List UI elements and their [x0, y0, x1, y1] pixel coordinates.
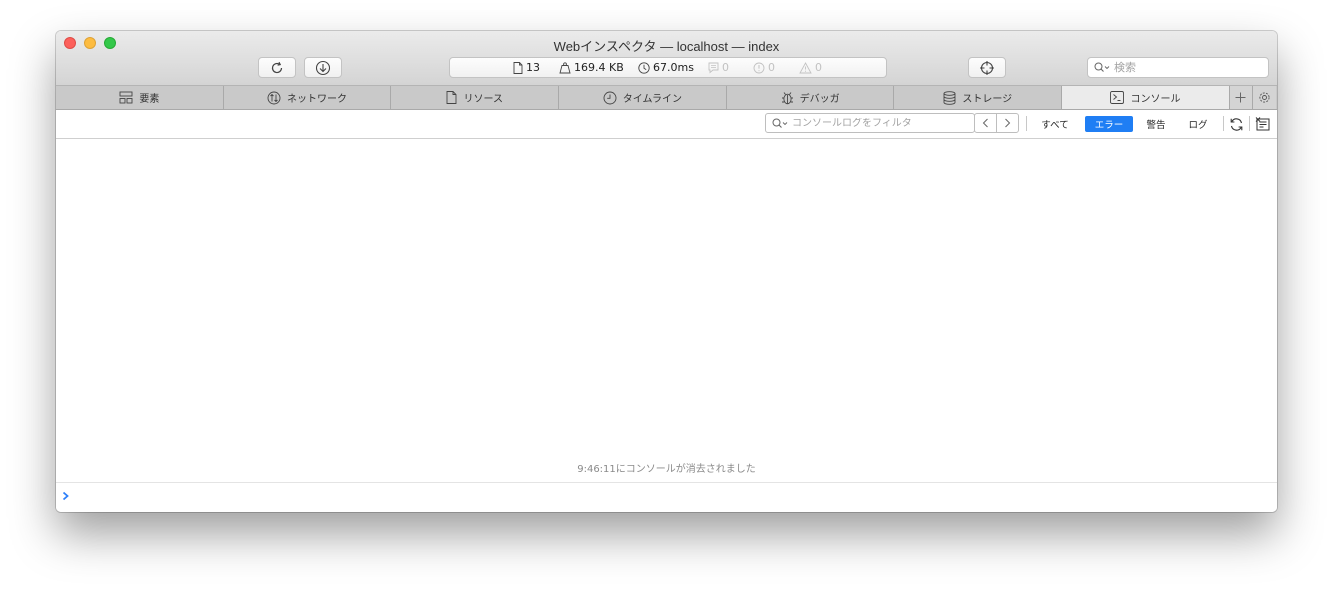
filter-navigation [974, 113, 1019, 133]
tab-storage[interactable]: ストレージ [894, 86, 1063, 109]
reload-icon [271, 61, 283, 73]
tab-timeline[interactable]: タイムライン [559, 86, 727, 109]
error-count-value: 0 [768, 61, 775, 74]
level-warnings-button[interactable]: 警告 [1143, 116, 1169, 132]
error-icon [753, 62, 765, 73]
console-navigation-bar: すべて エラー 警告 ログ [56, 110, 1277, 139]
chevron-left-icon [982, 118, 988, 128]
tab-debugger-label: デバッガ [799, 94, 840, 105]
resource-icon [447, 91, 457, 104]
console-icon [1110, 91, 1125, 104]
level-all-button[interactable]: すべて [1037, 116, 1073, 132]
tab-elements-label: 要素 [139, 94, 160, 105]
global-search[interactable] [1087, 57, 1269, 78]
level-logs-button[interactable]: ログ [1183, 116, 1213, 132]
clear-on-reload-button[interactable] [1227, 115, 1245, 133]
activity-viewer: 13 169.4 KB 67.0ms 0 0 0 [449, 57, 887, 78]
storage-icon [943, 90, 956, 105]
inspector-window: Webインスペクタ — localhost — index 13 169.4 K… [56, 31, 1277, 512]
tab-storage-label: ストレージ [962, 94, 1013, 105]
load-time[interactable]: 67.0ms [638, 58, 694, 77]
console-messages: 9:46:11にコンソールが消去されました [56, 139, 1277, 482]
log-count[interactable]: 0 [708, 58, 729, 77]
console-filter-input[interactable] [792, 117, 962, 129]
log-count-value: 0 [722, 61, 729, 74]
chevron-right-icon [1005, 118, 1011, 128]
tab-resources[interactable]: リソース [391, 86, 560, 109]
weight-icon [559, 61, 571, 73]
search-icon [1094, 62, 1110, 72]
console-prompt [56, 482, 1277, 512]
timeline-icon [603, 91, 617, 104]
resource-count[interactable]: 13 [513, 58, 540, 77]
tab-network[interactable]: ネットワーク [224, 86, 392, 109]
console-prompt-input[interactable] [76, 488, 1270, 508]
elements-icon [119, 91, 133, 104]
refresh-cycle-icon [1230, 117, 1242, 131]
tab-debugger[interactable]: デバッガ [727, 86, 895, 109]
log-icon [708, 62, 719, 73]
tab-elements[interactable]: 要素 [56, 86, 224, 109]
next-match-button[interactable] [997, 114, 1018, 132]
crosshair-icon [980, 60, 994, 75]
divider [1026, 116, 1027, 131]
tab-console[interactable]: コンソール [1062, 86, 1230, 109]
settings-button[interactable] [1252, 86, 1276, 109]
inspect-element-button[interactable] [968, 57, 1006, 78]
debugger-icon [781, 91, 793, 104]
tab-console-label: コンソール [1130, 94, 1181, 105]
tab-bar: 要素 ネットワーク リソース タイムライン デバッガ ストレージ コンソール [56, 86, 1277, 110]
warning-count[interactable]: 0 [799, 58, 822, 77]
tab-resources-label: リソース [463, 94, 503, 105]
load-time-value: 67.0ms [653, 61, 694, 74]
prompt-chevron-icon [62, 491, 69, 501]
clear-console-button[interactable] [1254, 115, 1272, 133]
reload-button[interactable] [258, 57, 296, 78]
window-title: Webインスペクタ — localhost — index [553, 39, 780, 54]
download-icon [315, 60, 331, 75]
resource-count-value: 13 [526, 61, 540, 74]
resource-size[interactable]: 169.4 KB [559, 58, 624, 77]
divider [1249, 116, 1250, 131]
previous-match-button[interactable] [975, 114, 997, 132]
console-filter[interactable] [765, 113, 975, 133]
new-tab-button[interactable] [1229, 86, 1253, 109]
filter-search-icon [772, 118, 788, 128]
clear-log-icon [1255, 117, 1270, 131]
download-button[interactable] [304, 57, 342, 78]
divider [1223, 116, 1224, 131]
warning-icon [799, 61, 812, 73]
clock-icon [638, 61, 650, 74]
warning-count-value: 0 [815, 61, 822, 74]
network-icon [267, 91, 281, 104]
search-input[interactable] [1114, 61, 1244, 74]
document-icon [513, 61, 523, 74]
toolbar: Webインスペクタ — localhost — index 13 169.4 K… [56, 31, 1277, 86]
console-cleared-message: 9:46:11にコンソールが消去されました [577, 464, 756, 475]
level-errors-button[interactable]: エラー [1085, 116, 1133, 132]
error-count[interactable]: 0 [753, 58, 775, 77]
tab-network-label: ネットワーク [287, 94, 348, 105]
tab-timeline-label: タイムライン [622, 94, 683, 105]
plus-icon [1235, 92, 1246, 103]
gear-icon [1259, 92, 1270, 103]
resource-size-value: 169.4 KB [574, 61, 624, 74]
